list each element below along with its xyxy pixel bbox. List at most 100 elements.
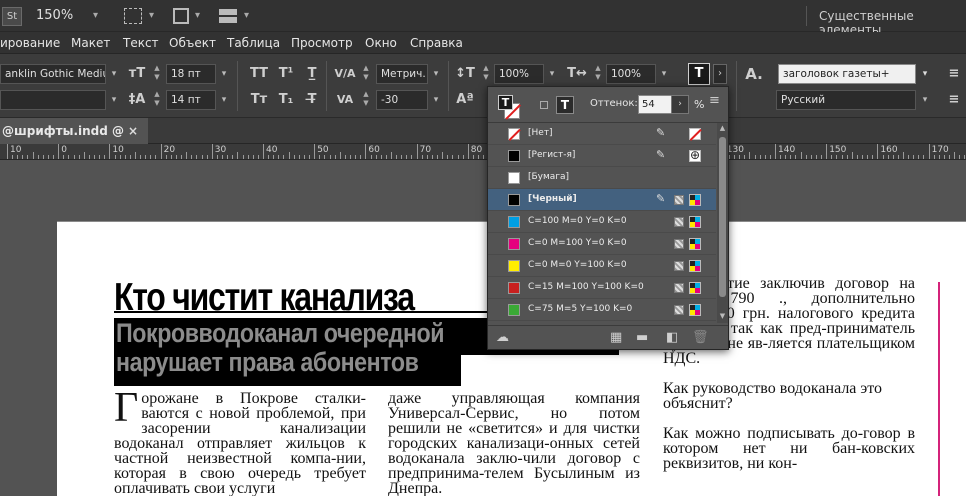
menu-view[interactable]: Просмотр bbox=[291, 36, 353, 50]
ruler-minor-tick bbox=[324, 155, 326, 159]
stock-logo-icon[interactable]: St bbox=[2, 7, 22, 26]
scroll-up-icon[interactable]: ▲ bbox=[717, 124, 728, 132]
swatch-row[interactable]: C=100 M=0 Y=0 K=0 bbox=[488, 211, 716, 233]
view-options-icon[interactable] bbox=[124, 8, 142, 24]
menu-edit[interactable]: ирование bbox=[0, 36, 60, 50]
font-size-field[interactable]: 18 пт bbox=[166, 64, 216, 84]
article-column-1[interactable]: Горожане в Покрове сталки-ваются с новой… bbox=[114, 387, 366, 496]
swatch-row[interactable]: C=0 M=100 Y=0 K=0 bbox=[488, 233, 716, 255]
swatch-list-scrollbar[interactable]: ▲ ▼ bbox=[717, 123, 728, 323]
swatch-row[interactable]: C=0 M=0 Y=100 K=0 bbox=[488, 255, 716, 277]
arrange-documents-icon[interactable] bbox=[219, 9, 237, 23]
swatch-color-chip bbox=[508, 216, 520, 228]
swatch-row[interactable]: [Черный] ✎ bbox=[488, 189, 716, 211]
ruler-minor-tick bbox=[846, 155, 848, 159]
kerning-chevron-icon[interactable]: ▾ bbox=[428, 64, 444, 84]
character-style-icon: A. bbox=[745, 65, 763, 83]
menu-window[interactable]: Окно bbox=[365, 36, 397, 50]
screen-mode-chevron-icon[interactable]: ▾ bbox=[195, 10, 200, 21]
swatch-row[interactable]: [Бумага] bbox=[488, 167, 716, 189]
ruler-major-tick bbox=[211, 144, 213, 159]
menu-table[interactable]: Таблица bbox=[227, 36, 280, 50]
horizontal-ruler[interactable]: 1001020304050607080901001101201301401501… bbox=[0, 144, 966, 160]
swatch-list[interactable]: [Нет] ✎ [Регист-я] ✎ [Бумага] [Черный] ✎ C=100 … bbox=[488, 123, 716, 323]
leading-chevron-icon[interactable]: ▾ bbox=[216, 90, 232, 110]
swatches-open-chevron-icon[interactable]: › bbox=[713, 64, 727, 84]
vertical-scale-stepper[interactable]: ▲ ▼ bbox=[480, 64, 492, 84]
close-tab-icon[interactable]: × bbox=[128, 118, 138, 144]
swatch-row[interactable]: [Нет] ✎ bbox=[488, 123, 716, 145]
swatch-row[interactable]: C=75 M=5 Y=100 K=0 bbox=[488, 299, 716, 321]
swatch-row[interactable]: C=15 M=100 Y=100 K=0 bbox=[488, 277, 716, 299]
horizontal-scale-stepper[interactable]: ▲ ▼ bbox=[592, 64, 604, 84]
cc-library-icon[interactable]: ☁ bbox=[496, 330, 509, 345]
fill-stroke-icon[interactable]: T bbox=[496, 93, 522, 119]
menu-object[interactable]: Объект bbox=[169, 36, 216, 50]
superscript-icon[interactable]: T¹ bbox=[276, 64, 296, 84]
ruler-label: 140 bbox=[778, 145, 796, 155]
formatting-container-icon[interactable] bbox=[540, 101, 548, 109]
fill-text-swatch-icon[interactable]: T bbox=[688, 63, 710, 85]
scrollbar-thumb[interactable] bbox=[719, 137, 726, 297]
panel-menu-icon[interactable]: ≡ bbox=[709, 93, 720, 108]
strikethrough-icon[interactable]: T̶ bbox=[304, 90, 320, 110]
underline-icon[interactable]: T̲ bbox=[304, 64, 320, 84]
ruler-minor-tick bbox=[88, 155, 90, 159]
vertical-scale-chevron-icon[interactable]: ▾ bbox=[544, 64, 560, 84]
tracking-stepper[interactable]: ▲ ▼ bbox=[360, 90, 372, 110]
tracking-field[interactable]: -30 bbox=[376, 90, 428, 110]
kerning-field[interactable]: Метрич. bbox=[376, 64, 428, 84]
font-family-field[interactable]: anklin Gothic Mediu bbox=[0, 64, 106, 84]
paragraph-style-field[interactable]: заголовок газеты+ bbox=[778, 64, 916, 84]
headline-text[interactable]: Кто чистит канализа bbox=[114, 276, 415, 320]
menu-help[interactable]: Справка bbox=[410, 36, 463, 50]
tracking-chevron-icon[interactable]: ▾ bbox=[428, 90, 444, 110]
new-swatch-icon[interactable]: ◧ bbox=[666, 330, 678, 345]
ruler-minor-tick bbox=[237, 152, 239, 159]
paragraph-style-chevron-icon[interactable]: ▾ bbox=[917, 64, 933, 84]
font-size-stepper[interactable]: ▲ ▼ bbox=[151, 64, 163, 84]
swatch-row[interactable]: [Регист-я] ✎ bbox=[488, 145, 716, 167]
view-options-chevron-icon[interactable]: ▾ bbox=[149, 10, 154, 21]
subhead-line-1[interactable]: Покровводоканал очередной bbox=[116, 318, 445, 349]
subscript-icon[interactable]: T₁ bbox=[276, 90, 296, 110]
delete-swatch-icon[interactable]: 🗑 bbox=[692, 330, 709, 345]
align-right-icon[interactable]: ≡ bbox=[946, 90, 962, 110]
font-size-chevron-icon[interactable]: ▾ bbox=[216, 64, 232, 84]
formatting-text-icon[interactable]: T bbox=[556, 96, 574, 114]
zoom-level[interactable]: 150% bbox=[36, 8, 73, 23]
all-caps-icon[interactable]: TT bbox=[248, 64, 270, 84]
leading-stepper[interactable]: ▲ ▼ bbox=[151, 90, 163, 110]
text-fill-icon[interactable]: T bbox=[498, 95, 513, 110]
show-swatch-kinds-icon[interactable]: ▦ bbox=[610, 330, 622, 345]
ruler-minor-tick bbox=[447, 155, 449, 159]
scroll-down-icon[interactable]: ▼ bbox=[717, 312, 728, 320]
horizontal-scale-field[interactable]: 100% bbox=[606, 64, 656, 84]
small-caps-icon[interactable]: Tᴛ bbox=[248, 90, 270, 110]
font-family-chevron-icon[interactable]: ▾ bbox=[106, 64, 122, 84]
vertical-scale-field[interactable]: 100% bbox=[494, 64, 544, 84]
new-color-group-icon[interactable]: ▬ bbox=[636, 330, 648, 345]
horizontal-scale-icon: T↔ bbox=[567, 66, 587, 81]
ruler-major-tick bbox=[109, 144, 111, 159]
font-style-field[interactable] bbox=[0, 90, 106, 110]
horizontal-scale-chevron-icon[interactable]: ▾ bbox=[656, 64, 672, 84]
arrange-documents-chevron-icon[interactable]: ▾ bbox=[244, 10, 249, 21]
align-icon[interactable]: ≡ bbox=[946, 64, 962, 84]
font-style-chevron-icon[interactable]: ▾ bbox=[106, 90, 122, 110]
tint-input[interactable]: 54 bbox=[638, 95, 672, 114]
tint-label: Оттенок: bbox=[590, 98, 638, 109]
ruler-minor-tick bbox=[913, 155, 915, 159]
menu-type[interactable]: Текст bbox=[123, 36, 159, 50]
tint-slider-chevron-icon[interactable]: › bbox=[671, 95, 689, 114]
screen-mode-icon[interactable] bbox=[173, 8, 189, 24]
zoom-dropdown-chevron-icon[interactable]: ▾ bbox=[93, 10, 98, 21]
language-chevron-icon[interactable]: ▾ bbox=[917, 90, 933, 110]
leading-field[interactable]: 14 пт bbox=[166, 90, 216, 110]
menu-layout[interactable]: Макет bbox=[71, 36, 110, 50]
language-field[interactable]: Русский bbox=[776, 90, 916, 110]
subhead-line-2[interactable]: нарушает права абонентов bbox=[116, 347, 419, 378]
document-tab[interactable]: @шрифты.indd @ 150% × bbox=[0, 118, 148, 164]
article-column-2[interactable]: даже управляющая компания Универсал-Серв… bbox=[388, 391, 640, 496]
kerning-stepper[interactable]: ▲ ▼ bbox=[360, 64, 372, 84]
